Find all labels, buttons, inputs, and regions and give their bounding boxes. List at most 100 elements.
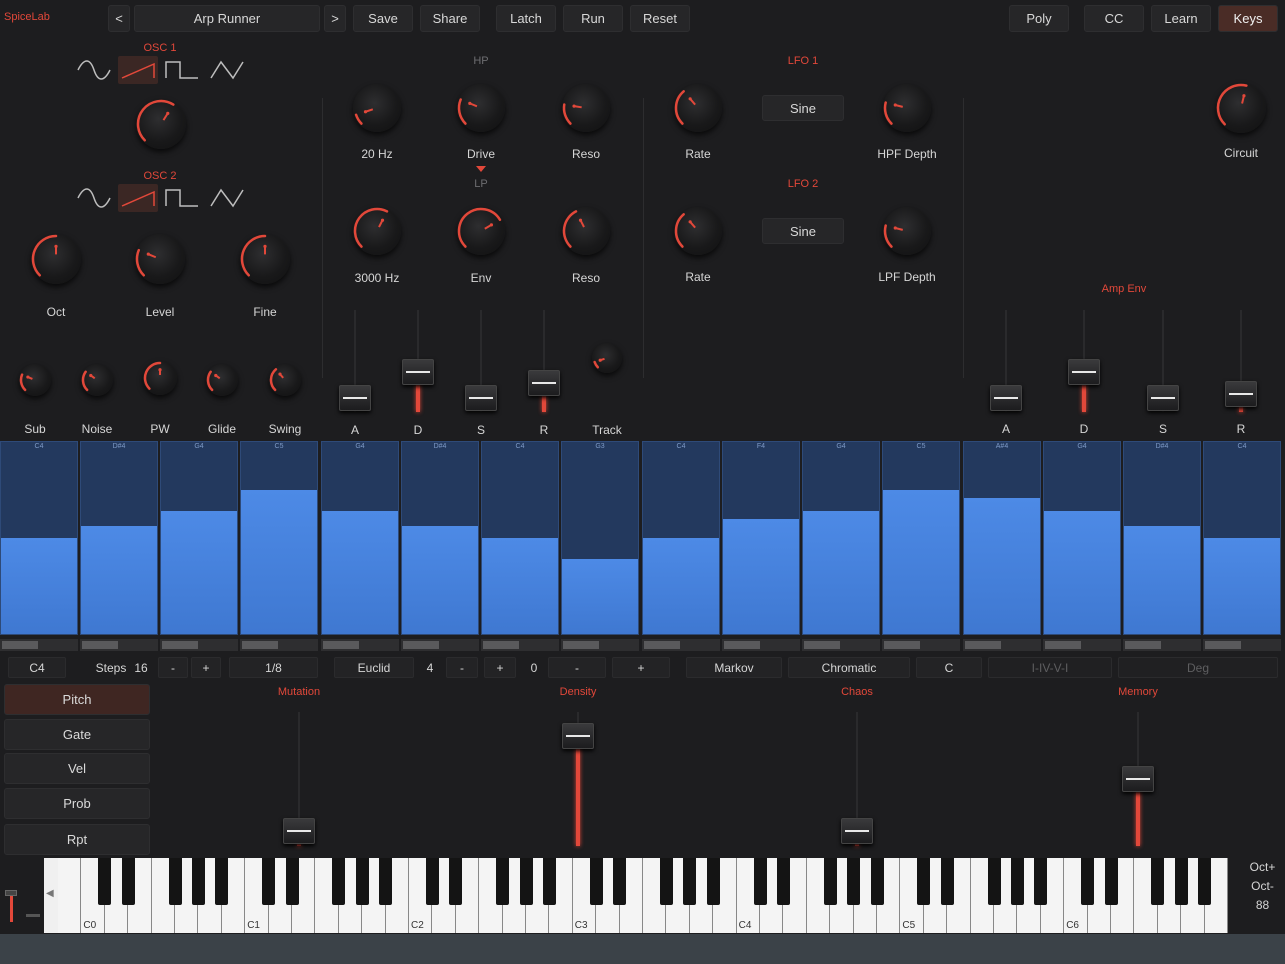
filter-d-fader-handle[interactable] [402,358,434,385]
gate-handle[interactable] [1125,641,1161,649]
keyboard-scroll-left[interactable]: ◀ [44,858,58,933]
black-key[interactable] [823,858,837,905]
osc1-saw-wave-icon[interactable] [118,56,158,84]
osc1-square-wave-icon[interactable] [162,56,202,84]
black-key[interactable] [1104,858,1118,905]
oct-up-button[interactable]: Oct+ [1240,860,1285,874]
lane-gate-button[interactable]: Gate [4,719,150,750]
black-key[interactable] [613,858,627,905]
degree-selector[interactable]: Deg [1118,657,1278,678]
gate-handle[interactable] [804,641,840,649]
step-12[interactable]: C5 [882,441,960,635]
black-key[interactable] [1010,858,1024,905]
lane-prob-button[interactable]: Prob [4,788,150,819]
black-key[interactable] [355,858,369,905]
reset-button[interactable]: Reset [630,5,690,32]
amp-r-fader-handle[interactable] [1225,381,1257,408]
osc2-saw-wave-icon[interactable] [118,184,158,212]
osc2-sine-wave-icon[interactable] [74,184,114,212]
amp-s-fader-handle[interactable] [1147,385,1179,411]
track-knob[interactable] [592,343,622,373]
hp-reso-knob[interactable] [562,84,610,132]
oct-down-button[interactable]: Oct- [1240,879,1285,893]
lfo1-rate-knob[interactable] [674,84,722,132]
lp-freq-knob[interactable] [353,207,401,255]
poly-button[interactable]: Poly [1009,5,1069,32]
markov-button[interactable]: Markov [686,657,782,678]
black-key[interactable] [940,858,954,905]
lane-vel-button[interactable]: Vel [4,753,150,784]
step-9[interactable]: C4 [642,441,720,635]
mutation-fader-handle[interactable] [283,817,315,844]
gate-handle[interactable] [1205,641,1241,649]
key-selector[interactable]: C [916,657,982,678]
run-button[interactable]: Run [563,5,623,32]
step-gate-7[interactable] [481,639,559,651]
latch-button[interactable]: Latch [496,5,556,32]
black-key[interactable] [496,858,510,905]
euclid-button[interactable]: Euclid [334,657,414,678]
steps-increment-button[interactable]: + [191,657,221,678]
chaos-fader-handle[interactable] [841,817,873,844]
gate-handle[interactable] [724,641,760,649]
step-gate-16[interactable] [1203,639,1281,651]
black-key[interactable] [191,858,205,905]
black-key[interactable] [917,858,931,905]
mod-wheel[interactable] [26,914,40,917]
step-7[interactable]: C4 [481,441,559,635]
black-key[interactable] [332,858,346,905]
step-gate-4[interactable] [240,639,318,651]
black-key[interactable] [519,858,533,905]
amp-d-fader-handle[interactable] [1068,358,1100,385]
save-button[interactable]: Save [353,5,413,32]
gate-handle[interactable] [483,641,519,649]
black-key[interactable] [542,858,556,905]
black-key[interactable] [776,858,790,905]
hpf-depth-knob[interactable] [883,84,931,132]
cc-button[interactable]: CC [1084,5,1144,32]
black-key[interactable] [1198,858,1212,905]
step-gate-2[interactable] [80,639,158,651]
circuit-knob[interactable] [1216,83,1266,133]
osc1-tri-wave-icon[interactable] [207,56,247,84]
sub-knob[interactable] [19,364,51,396]
step-11[interactable]: G4 [802,441,880,635]
lfo2-rate-knob[interactable] [674,207,722,255]
step-gate-5[interactable] [321,639,399,651]
white-key[interactable] [58,858,82,933]
noise-knob[interactable] [81,364,113,396]
prev-preset-button[interactable]: < [108,5,130,32]
oct-knob[interactable] [31,234,81,284]
filter-r-fader-handle[interactable] [528,370,560,396]
black-key[interactable] [285,858,299,905]
learn-button[interactable]: Learn [1151,5,1211,32]
step-gate-8[interactable] [561,639,639,651]
step-4[interactable]: C5 [240,441,318,635]
amp-a-fader-handle[interactable] [990,385,1022,411]
level-knob[interactable] [135,234,185,284]
black-key[interactable] [659,858,673,905]
gate-handle[interactable] [242,641,278,649]
step-gate-13[interactable] [963,639,1041,651]
gate-handle[interactable] [965,641,1001,649]
gate-handle[interactable] [563,641,599,649]
glide-knob[interactable] [206,364,238,396]
black-key[interactable] [1174,858,1188,905]
black-key[interactable] [121,858,135,905]
step-gate-6[interactable] [401,639,479,651]
black-key[interactable] [425,858,439,905]
step-5[interactable]: G4 [321,441,399,635]
black-key[interactable] [168,858,182,905]
offset-increment-button[interactable]: + [612,657,670,678]
step-6[interactable]: D#4 [401,441,479,635]
step-gate-1[interactable] [0,639,78,651]
lane-rpt-button[interactable]: Rpt [4,824,150,855]
env-knob[interactable] [457,207,505,255]
lpf-depth-knob[interactable] [883,207,931,255]
pitch-wheel-handle[interactable] [5,890,17,896]
rate-selector[interactable]: 1/8 [229,657,318,678]
hp-freq-knob[interactable] [353,84,401,132]
gate-handle[interactable] [884,641,920,649]
step-15[interactable]: D#4 [1123,441,1201,635]
lfo2-wave-button[interactable]: Sine [762,218,844,244]
